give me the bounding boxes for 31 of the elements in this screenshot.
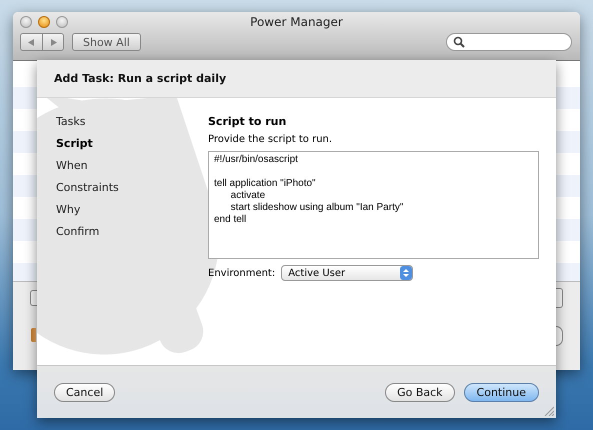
- environment-label: Environment:: [208, 268, 276, 278]
- help-button[interactable]: [556, 326, 563, 346]
- step-item[interactable]: When: [56, 159, 208, 181]
- window-title: Power Manager: [250, 15, 343, 29]
- search-icon: [453, 36, 465, 48]
- minimize-button[interactable]: [38, 16, 50, 28]
- stepper-arrows-icon: [400, 266, 412, 280]
- close-button[interactable]: [20, 16, 32, 28]
- forward-button[interactable]: [42, 33, 64, 51]
- step-item[interactable]: Tasks: [56, 115, 208, 137]
- forward-icon: [48, 38, 58, 46]
- resize-grip-icon: [544, 406, 554, 416]
- back-button[interactable]: [20, 33, 42, 51]
- step-item[interactable]: Constraints: [56, 181, 208, 203]
- popup-button[interactable]: [30, 290, 37, 306]
- back-icon: [27, 38, 36, 46]
- step-item[interactable]: Script: [56, 137, 208, 159]
- instruction-text: Provide the script to run.: [208, 134, 334, 145]
- popup-button[interactable]: [556, 288, 563, 308]
- step-item[interactable]: Why: [56, 203, 208, 225]
- step-item[interactable]: Confirm: [56, 225, 208, 247]
- dialog-button[interactable]: Cancel: [54, 382, 116, 402]
- dialog-button[interactable]: Continue: [464, 382, 539, 402]
- show-all-button[interactable]: Show All: [72, 33, 141, 51]
- search-field[interactable]: [446, 33, 572, 51]
- zoom-button[interactable]: [56, 16, 68, 28]
- environment-popup[interactable]: Active User: [281, 265, 414, 281]
- sheet-title: Add Task: Run a script daily: [54, 72, 226, 85]
- section-heading: Script to run: [208, 115, 288, 128]
- script-field[interactable]: #!/usr/bin/osascript tell application "iPhoto" activate start slideshow using album "Ian Party" end tell: [208, 151, 539, 259]
- dialog-button[interactable]: Go Back: [385, 382, 455, 402]
